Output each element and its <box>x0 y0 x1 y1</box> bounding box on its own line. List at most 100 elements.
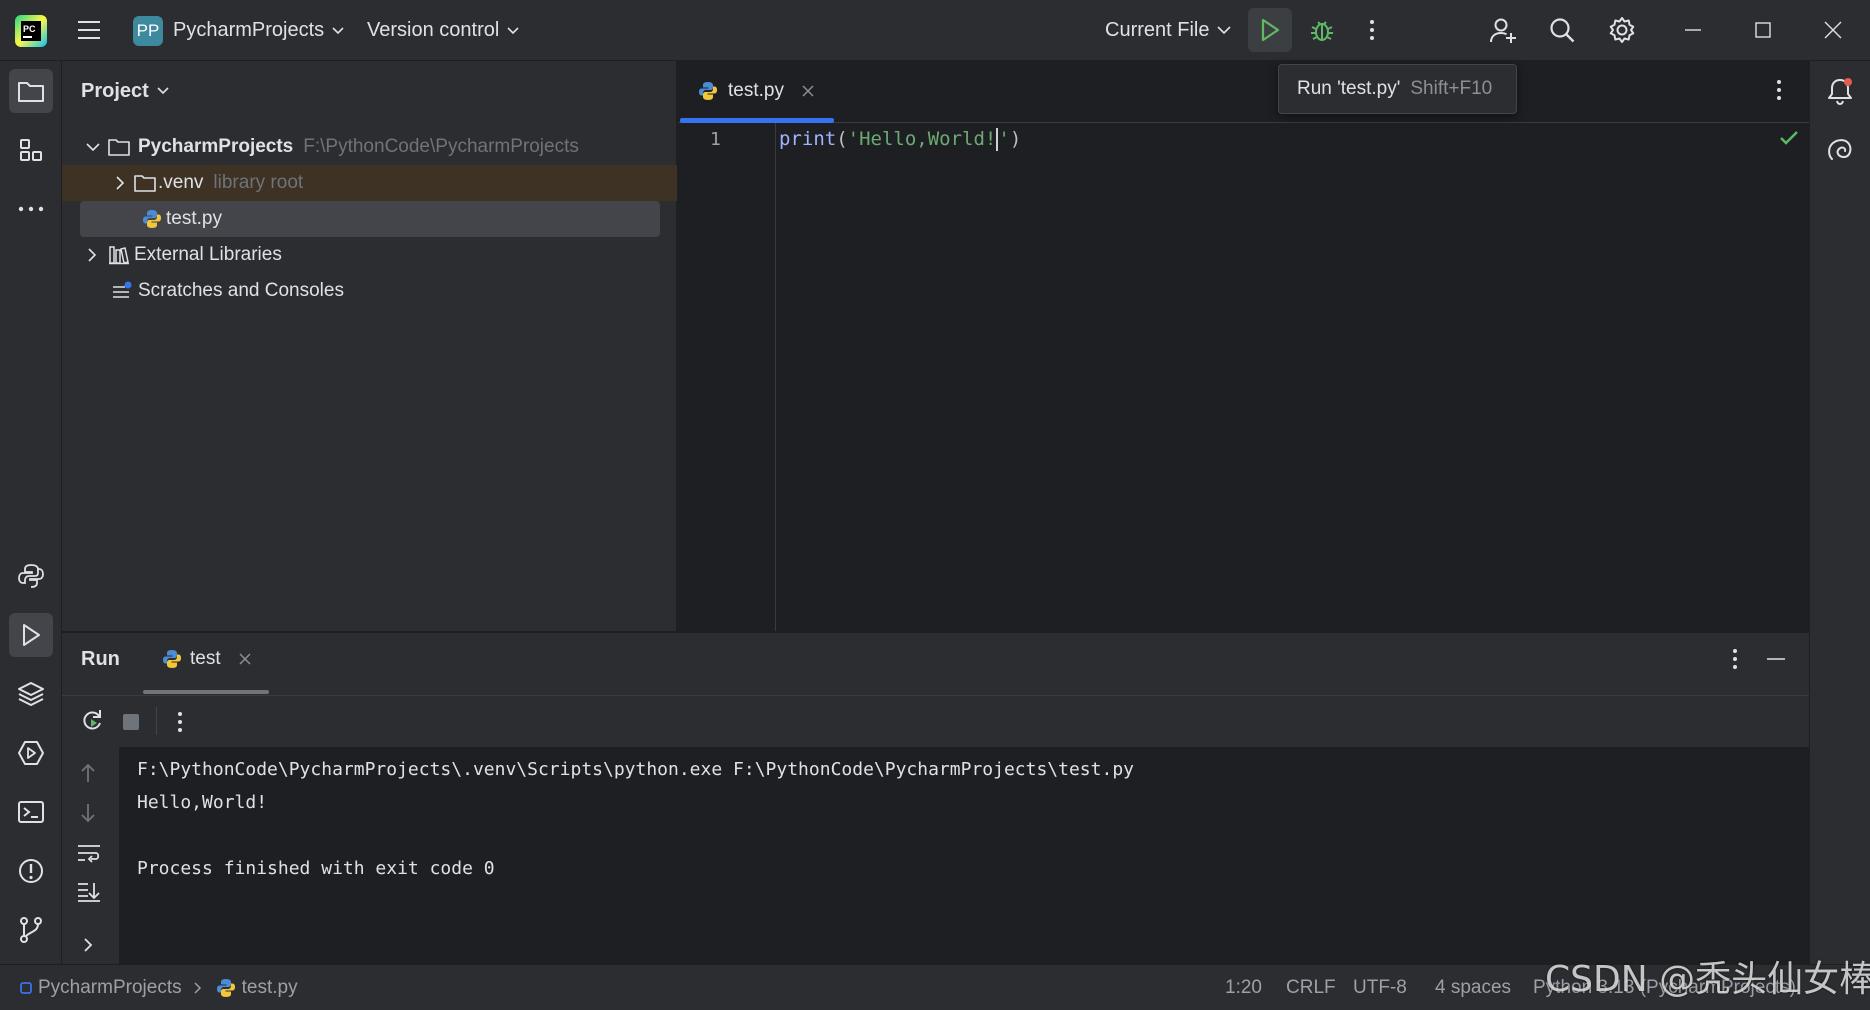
more-actions-icon[interactable] <box>1350 8 1394 52</box>
title-bar: PC PP PycharmProjects Version control Cu… <box>0 0 1870 61</box>
tree-venv-hint: library root <box>213 172 304 193</box>
run-more-icon[interactable] <box>177 711 183 733</box>
run-tool-icon[interactable] <box>9 613 53 657</box>
debug-button[interactable] <box>1300 8 1344 52</box>
module-square-icon <box>20 982 32 994</box>
run-panel-more-icon[interactable] <box>1732 648 1738 670</box>
python-file-icon <box>216 978 236 998</box>
folder-icon <box>108 138 130 156</box>
inspection-ok-check-icon[interactable] <box>1780 131 1798 145</box>
services-icon[interactable] <box>9 731 53 775</box>
project-panel: Project PycharmProjects F:\PythonCode\Py… <box>62 61 677 631</box>
run-config-selector[interactable]: Current File <box>1105 0 1232 61</box>
project-switcher[interactable]: PP PycharmProjects <box>133 0 344 61</box>
python-file-icon <box>698 81 718 101</box>
notifications-bell-icon[interactable] <box>1818 69 1862 113</box>
search-icon[interactable] <box>1540 8 1584 52</box>
chevron-down-icon[interactable] <box>86 142 100 152</box>
structure-tool-icon[interactable] <box>9 128 53 172</box>
rerun-icon[interactable] <box>80 708 104 732</box>
python-file-icon <box>142 209 162 229</box>
console-output[interactable]: F:\PythonCode\PycharmProjects\.venv\Scri… <box>119 747 1809 965</box>
close-tab-icon[interactable] <box>802 85 814 97</box>
file-encoding[interactable]: UTF-8 <box>1353 977 1407 999</box>
settings-gear-icon[interactable] <box>1600 8 1644 52</box>
indent-setting[interactable]: 4 spaces <box>1435 977 1511 999</box>
tree-item-scratches[interactable]: Scratches and Consoles <box>62 273 677 309</box>
scroll-to-end-icon[interactable] <box>77 881 101 903</box>
tree-item-project-root[interactable]: PycharmProjects F:\PythonCode\PycharmPro… <box>62 129 677 165</box>
line-separator[interactable]: CRLF <box>1286 977 1336 999</box>
problems-icon[interactable] <box>9 849 53 893</box>
more-tools-icon[interactable] <box>9 187 53 231</box>
editor-tab-bar: test.py <box>678 61 1809 123</box>
run-tooltip: Run 'test.py' Shift+F10 <box>1278 64 1517 114</box>
breadcrumb-project[interactable]: PycharmProjects <box>38 977 182 999</box>
svg-text:PC: PC <box>23 24 36 34</box>
divider <box>156 707 157 735</box>
project-panel-header[interactable]: Project <box>81 61 169 121</box>
project-tool-folder-icon[interactable] <box>9 69 53 113</box>
scratches-icon <box>112 281 134 301</box>
editor-tab-test-py[interactable]: test.py <box>698 61 814 121</box>
line-number: 1 <box>710 129 721 150</box>
run-config-label: Current File <box>1105 19 1210 41</box>
python-console-icon[interactable] <box>9 554 53 598</box>
close-window-icon[interactable] <box>1811 8 1855 52</box>
chevron-down-icon <box>507 26 519 35</box>
code-with-me-icon[interactable] <box>1481 8 1525 52</box>
terminal-icon[interactable] <box>9 790 53 834</box>
run-panel: Run test F:\PythonCode\PycharmProjects\.… <box>62 632 1809 965</box>
tree-item-venv[interactable]: .venv library root <box>62 165 677 201</box>
editor-tab-label: test.py <box>728 80 784 101</box>
tree-root-path: F:\PythonCode\PycharmProjects <box>303 136 579 157</box>
maximize-window-icon[interactable] <box>1741 8 1785 52</box>
main-menu-icon[interactable] <box>67 8 111 52</box>
scroll-up-icon[interactable] <box>80 763 96 783</box>
ai-assistant-icon[interactable] <box>1818 129 1862 173</box>
divider <box>62 695 1809 696</box>
pycharm-logo-icon[interactable]: PC <box>14 0 48 61</box>
editor-more-icon[interactable] <box>1776 79 1782 101</box>
python-file-icon <box>162 649 182 669</box>
chevron-right-icon[interactable] <box>88 248 100 262</box>
chevron-right-icon[interactable] <box>116 176 130 190</box>
run-tab-test[interactable]: test <box>162 633 251 685</box>
editor-gutter: 1 <box>678 123 776 631</box>
csdn-watermark: CSDN @秃头仙女棒 <box>1545 959 1870 1000</box>
vcs-label: Version control <box>367 19 500 41</box>
code-function: print <box>779 128 837 150</box>
version-control-menu[interactable]: Version control <box>367 0 519 61</box>
folder-icon <box>134 174 156 192</box>
stop-icon[interactable] <box>122 713 140 731</box>
left-tool-strip <box>0 61 62 964</box>
python-packages-icon[interactable] <box>9 672 53 716</box>
minimize-window-icon[interactable] <box>1671 8 1715 52</box>
chevron-down-icon <box>1217 26 1232 35</box>
chevron-down-icon <box>332 26 344 35</box>
console-line-command: F:\PythonCode\PycharmProjects\.venv\Scri… <box>137 759 1134 780</box>
soft-wrap-icon[interactable] <box>77 843 101 863</box>
hide-panel-icon[interactable] <box>1767 658 1785 660</box>
breadcrumb-file[interactable]: test.py <box>242 977 298 999</box>
project-badge: PP <box>133 15 163 46</box>
close-tab-icon[interactable] <box>239 653 251 665</box>
tree-item-test-py[interactable]: test.py <box>62 201 677 237</box>
tree-venv-name: .venv <box>158 172 204 193</box>
chevron-right-icon <box>194 982 202 994</box>
chevron-down-icon <box>157 87 169 95</box>
code-line-1[interactable]: print('Hello,World! ') <box>779 128 1021 151</box>
code-string: 'Hello,World! <box>847 128 997 150</box>
console-line-exit: Process finished with exit code 0 <box>137 858 495 879</box>
run-panel-title: Run <box>81 633 120 685</box>
right-tool-strip <box>1809 61 1870 964</box>
scroll-down-icon[interactable] <box>80 803 96 823</box>
git-icon[interactable] <box>9 908 53 952</box>
chevron-right-icon[interactable] <box>84 938 93 952</box>
editor-area: test.py 1 print('Hello,World! ') <box>678 61 1809 631</box>
run-button[interactable] <box>1248 8 1292 52</box>
console-line-output: Hello,World! <box>137 792 268 813</box>
tooltip-shortcut: Shift+F10 <box>1410 78 1493 99</box>
caret-position[interactable]: 1:20 <box>1225 977 1262 999</box>
tree-item-external-libraries[interactable]: External Libraries <box>62 237 677 273</box>
